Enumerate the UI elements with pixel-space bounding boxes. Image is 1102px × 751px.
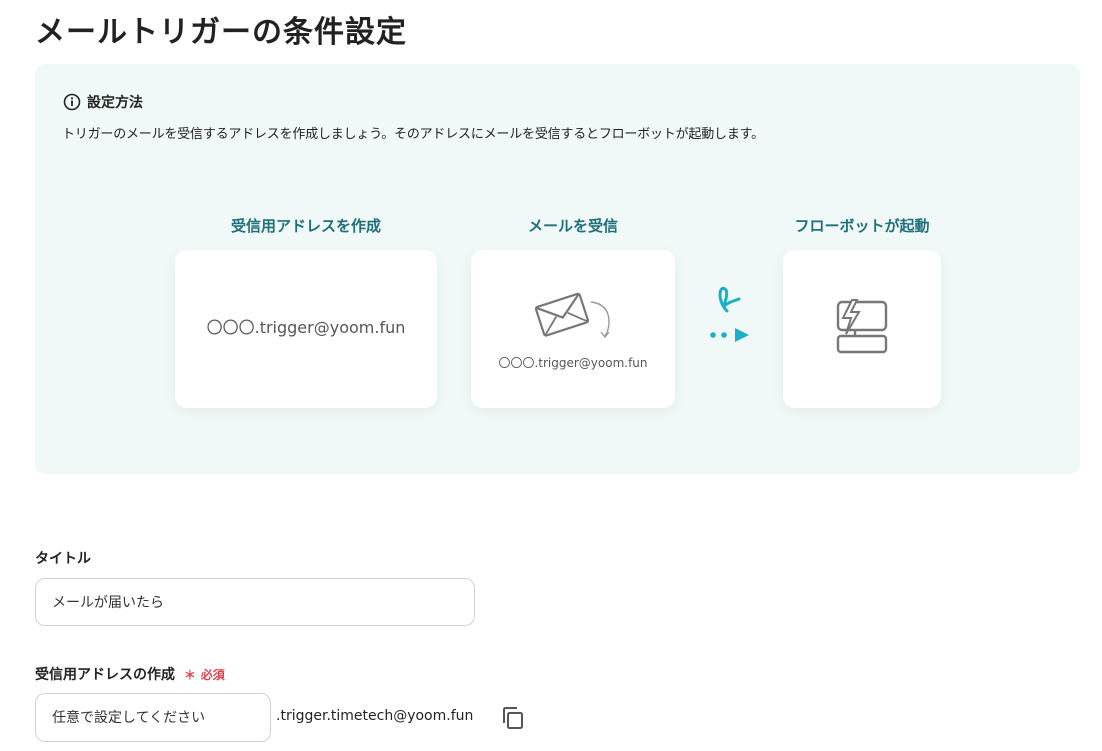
guide-description: トリガーのメールを受信するアドレスを作成しましょう。そのアドレスにメールを受信す… [62,127,764,142]
guide-heading-text: 設定方法 [87,95,143,111]
flow-arrow-icon [710,286,749,342]
step-card-receive-mail: 〇〇〇.trigger@yoom.fun [471,250,675,408]
required-badge: 必須 [200,668,225,682]
step-card-create-address: 〇〇〇.trigger@yoom.fun [175,250,437,408]
step-label-flowbot-start: フローボットが起動 [794,217,930,235]
title-input[interactable] [35,578,475,626]
address-field-label: 受信用アドレスの作成 ＊ 必須 [35,664,225,684]
setup-guide-panel: 設定方法 トリガーのメールを受信するアドレスを作成しましょう。そのアドレスにメー… [35,64,1080,474]
step-label-receive-mail: メールを受信 [527,217,618,235]
step-label-create-address: 受信用アドレスを作成 [230,217,381,235]
title-field-label: タイトル [35,551,91,567]
flowbot-icon [836,299,888,354]
info-icon [63,93,81,111]
step-card-flowbot-start [783,250,941,408]
address-domain-suffix: .trigger.timetech@yoom.fun [276,708,474,724]
page-title: メールトリガーの条件設定 [35,15,407,50]
sample-address-text: 〇〇〇.trigger@yoom.fun [206,318,406,337]
sample-address-small-text: 〇〇〇.trigger@yoom.fun [498,356,648,370]
envelope-icon [534,292,610,339]
address-field-label-text: 受信用アドレスの作成 [35,667,175,683]
guide-heading: 設定方法 [63,92,143,112]
address-prefix-input[interactable] [35,693,271,742]
copy-icon[interactable] [500,705,526,731]
required-asterisk: ＊ [183,668,196,682]
